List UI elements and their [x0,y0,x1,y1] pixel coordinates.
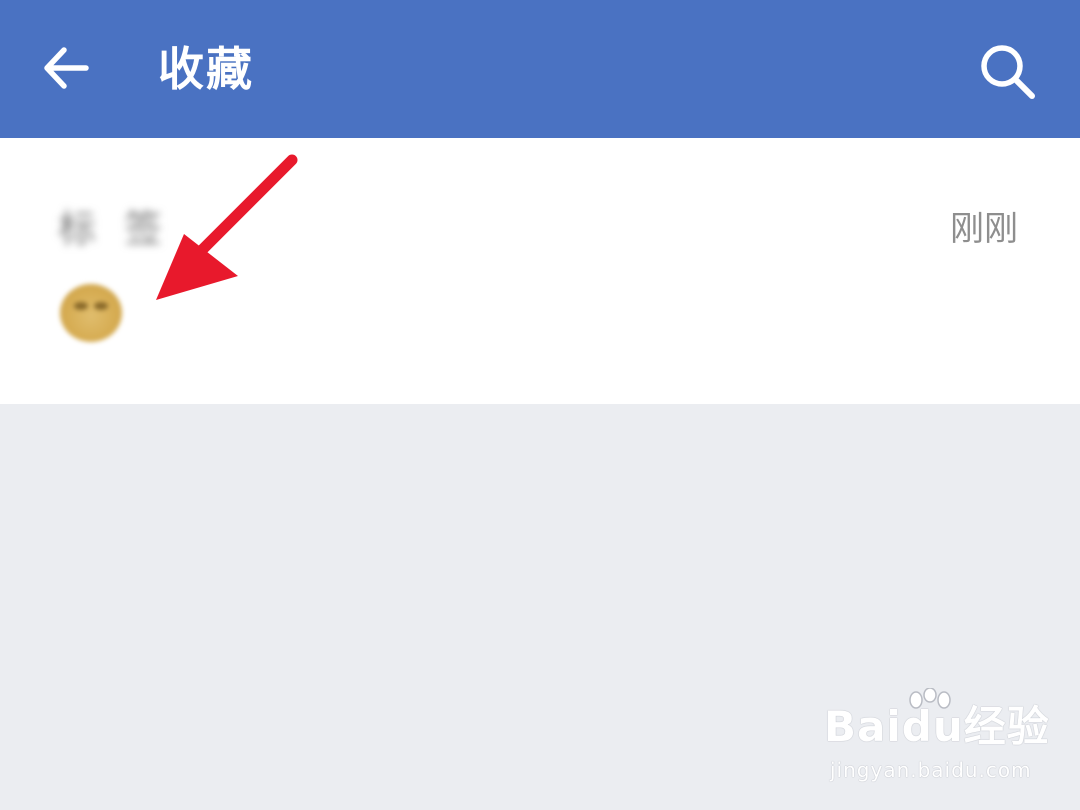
search-button[interactable] [968,34,1048,110]
watermark-brand: Baidu经验 [824,702,1050,751]
search-icon [981,45,1035,99]
watermark-url: jingyan.baidu.com [830,758,1032,782]
back-button[interactable] [28,30,104,106]
baidu-jingyan-watermark: Baidu经验 jingyan.baidu.com [824,688,1049,788]
grinning-emoji-icon [60,284,122,342]
favorite-item-timestamp: 刚刚 [950,209,1018,249]
page-title: 收藏 [158,42,254,96]
paw-logo-icon [909,688,951,709]
arrow-left-icon [44,47,89,89]
favorite-item-card[interactable]: 标 签 刚刚 [0,138,1080,404]
favorite-item-sender: 标 签 [58,207,171,251]
app-bar: 收藏 [0,0,1080,138]
